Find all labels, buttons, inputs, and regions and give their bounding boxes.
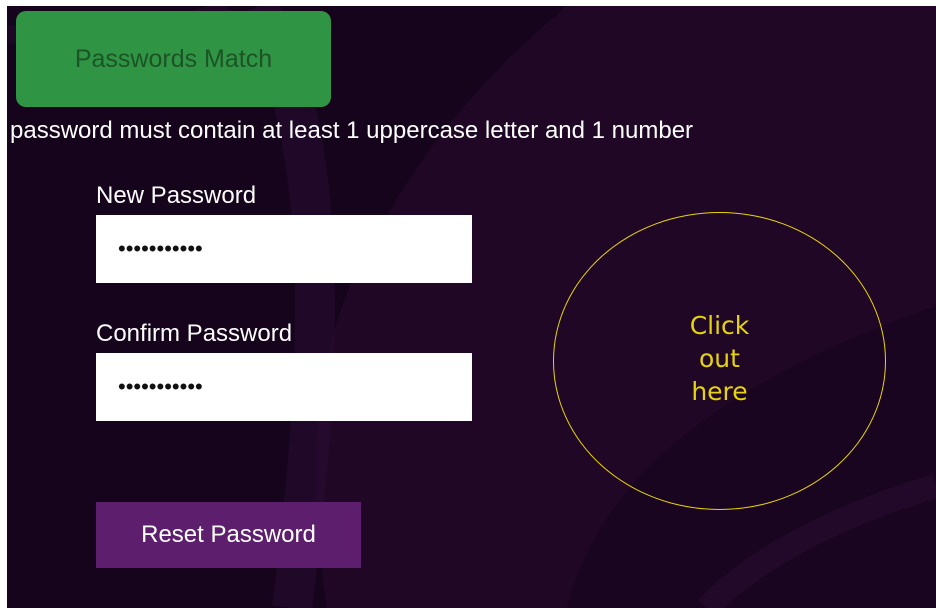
click-out-line-2: out (699, 344, 740, 373)
reset-password-button[interactable]: Reset Password (96, 502, 361, 568)
confirm-password-input[interactable] (96, 353, 472, 421)
password-rule-text: password must contain at least 1 upperca… (10, 117, 694, 144)
page-background: Passwords Match password must contain at… (7, 6, 936, 608)
new-password-input[interactable] (96, 215, 472, 283)
status-badge: Passwords Match (16, 11, 331, 107)
new-password-label: New Password (96, 182, 257, 209)
click-out-text: Click out here (554, 309, 885, 408)
click-out-line-1: Click (689, 311, 750, 340)
click-out-line-3: here (691, 377, 748, 406)
confirm-password-label: Confirm Password (96, 320, 293, 347)
click-out-zone[interactable]: Click out here (553, 212, 886, 510)
